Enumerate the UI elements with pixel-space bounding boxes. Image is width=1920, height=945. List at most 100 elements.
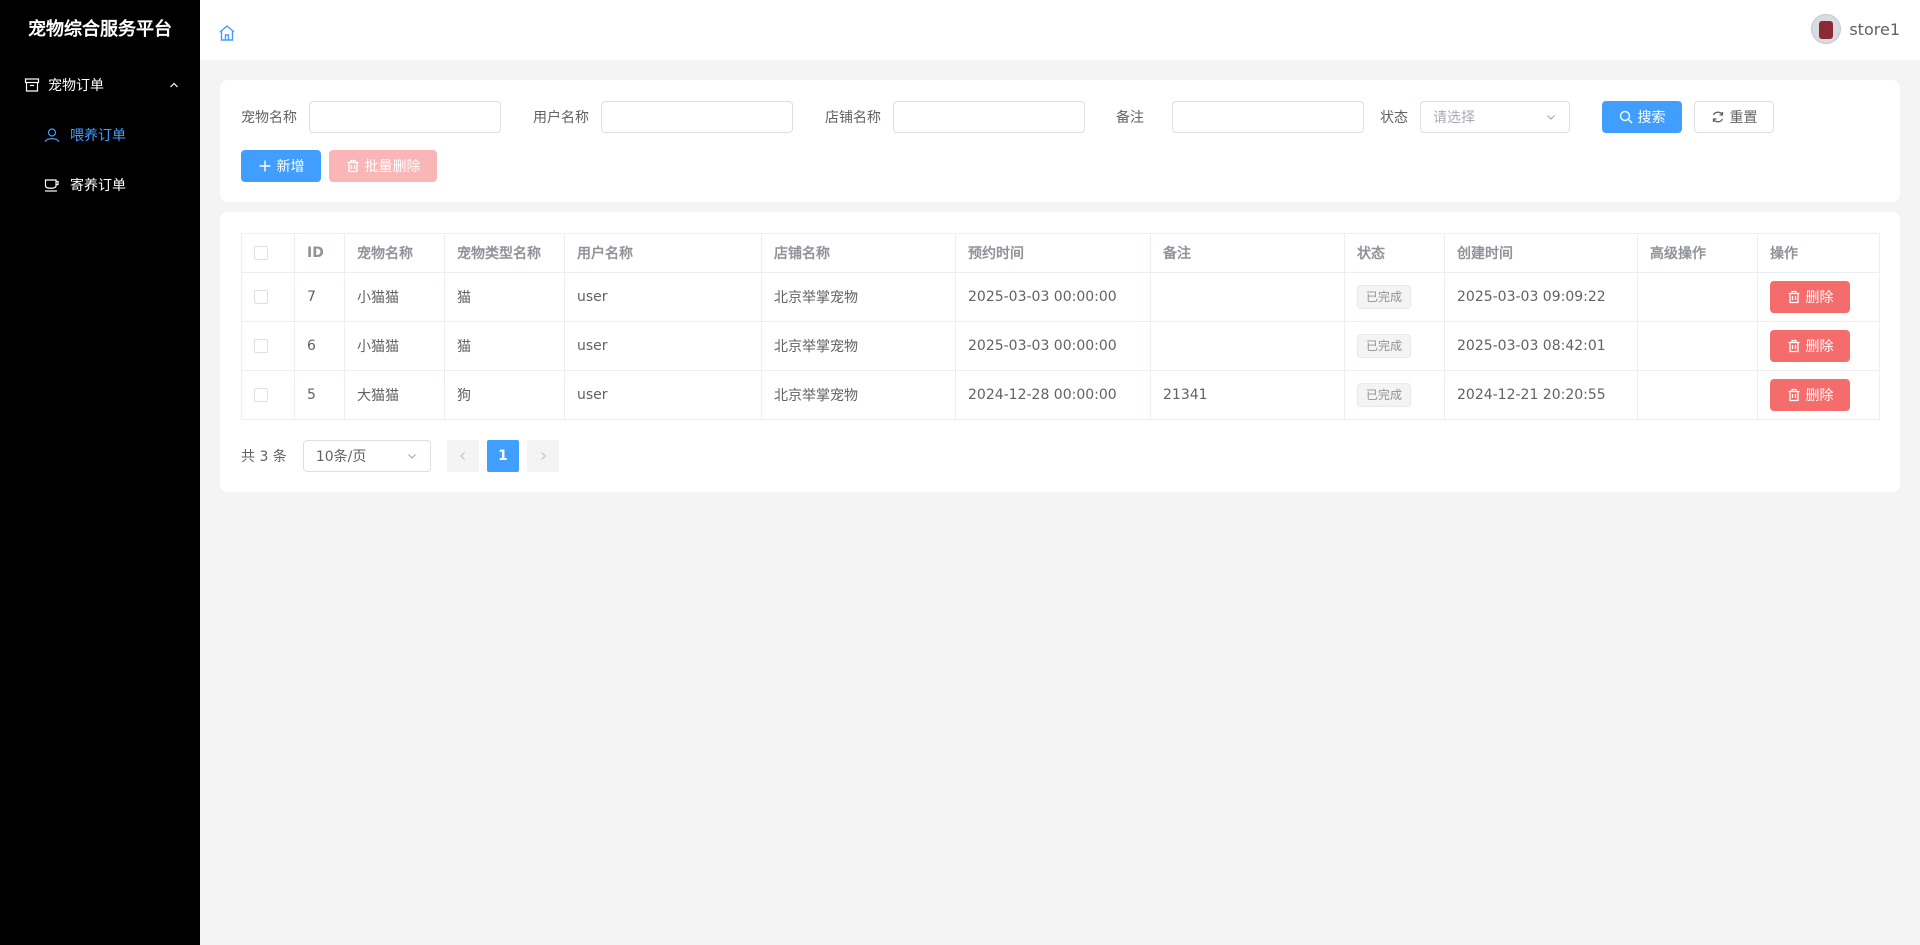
status-filter: 状态 请选择 <box>1380 101 1570 133</box>
table-header-row: ID 宠物名称 宠物类型名称 用户名称 店铺名称 预约时间 备注 状态 创建时间… <box>241 233 1880 273</box>
cell-store-name: 北京举掌宠物 <box>761 272 956 322</box>
orders-table: ID 宠物名称 宠物类型名称 用户名称 店铺名称 预约时间 备注 状态 创建时间… <box>241 233 1880 420</box>
sidebar: 宠物综合服务平台 宠物订单 喂养订单 寄养订单 <box>0 0 200 945</box>
column-header: 操作 <box>1757 233 1880 273</box>
cell-created-time: 2024-12-21 20:20:55 <box>1444 370 1638 420</box>
batch-delete-button[interactable]: 批量删除 <box>329 150 437 182</box>
chevron-down-icon <box>407 454 416 459</box>
next-page-button[interactable] <box>526 440 559 472</box>
column-header: 预约时间 <box>955 233 1151 273</box>
search-button[interactable]: 搜索 <box>1602 101 1682 133</box>
username[interactable]: store1 <box>1849 20 1900 39</box>
table-row[interactable]: 5 大猫猫 狗 user 北京举掌宠物 2024-12-28 00:00:00 … <box>241 370 1880 420</box>
chevron-left-icon <box>459 452 465 460</box>
reset-button[interactable]: 重置 <box>1694 101 1774 133</box>
cell-id: 7 <box>294 272 345 322</box>
cell-pet-name: 小猫猫 <box>344 272 445 322</box>
user-name-input[interactable] <box>601 101 793 133</box>
status-badge: 已完成 <box>1357 334 1412 358</box>
prev-page-button[interactable] <box>446 440 479 472</box>
row-select-cell <box>241 272 295 322</box>
chevron-down-icon <box>1547 115 1555 120</box>
delete-button[interactable]: 删除 <box>1770 379 1850 411</box>
cell-pet-name: 大猫猫 <box>344 370 445 420</box>
remark-label: 备注 <box>1116 110 1144 126</box>
trash-icon <box>1788 388 1799 402</box>
user-menu[interactable]: store1 <box>1811 14 1900 44</box>
table-row[interactable]: 6 小猫猫 猫 user 北京举掌宠物 2025-03-03 00:00:00 … <box>241 321 1880 371</box>
menu-group-pet-orders[interactable]: 宠物订单 <box>0 60 200 110</box>
trash-icon <box>347 159 358 173</box>
table-panel: ID 宠物名称 宠物类型名称 用户名称 店铺名称 预约时间 备注 状态 创建时间… <box>220 212 1900 492</box>
store-name-label: 店铺名称 <box>825 110 881 126</box>
column-header: 高级操作 <box>1637 233 1758 273</box>
delete-button-label: 删除 <box>1805 388 1834 404</box>
cell-created-time: 2025-03-03 09:09:22 <box>1444 272 1638 322</box>
cell-status: 已完成 <box>1344 370 1445 420</box>
chevron-up-icon <box>170 82 178 88</box>
add-button-label: 新增 <box>276 159 305 175</box>
plus-icon <box>259 160 270 172</box>
store-name-filter: 店铺名称 <box>825 101 1085 133</box>
cell-pet-type: 猫 <box>444 272 565 322</box>
cell-action: 删除 <box>1757 272 1880 322</box>
column-header: 宠物名称 <box>344 233 445 273</box>
status-label: 状态 <box>1380 110 1408 126</box>
search-panel: 宠物名称 用户名称 店铺名称 备注 状态 请选择 搜索 重置 新增 批量删除 <box>220 80 1900 202</box>
cell-appointment-time: 2025-03-03 00:00:00 <box>955 321 1151 371</box>
sidebar-item-label: 喂养订单 <box>70 128 126 144</box>
cell-pet-name: 小猫猫 <box>344 321 445 371</box>
cell-id: 6 <box>294 321 345 371</box>
row-checkbox[interactable] <box>254 290 268 304</box>
cell-status: 已完成 <box>1344 321 1445 371</box>
cell-remark <box>1150 272 1345 322</box>
cell-id: 5 <box>294 370 345 420</box>
trash-icon <box>1788 339 1799 353</box>
column-header: 状态 <box>1344 233 1445 273</box>
sidebar-item-feeding-orders[interactable]: 喂养订单 <box>0 110 200 160</box>
trash-icon <box>1788 290 1799 304</box>
pet-name-input[interactable] <box>309 101 501 133</box>
store-name-input[interactable] <box>893 101 1085 133</box>
sidebar-item-boarding-orders[interactable]: 寄养订单 <box>0 160 200 210</box>
page-size-value: 10条/页 <box>315 449 367 465</box>
menu-group-label: 宠物订单 <box>48 78 104 94</box>
column-header: 宠物类型名称 <box>444 233 565 273</box>
column-header: 用户名称 <box>564 233 762 273</box>
column-header: 店铺名称 <box>761 233 956 273</box>
delete-button-label: 删除 <box>1805 339 1834 355</box>
avatar[interactable] <box>1811 14 1842 44</box>
pet-name-filter: 宠物名称 <box>241 101 501 133</box>
cell-created-time: 2025-03-03 08:42:01 <box>1444 321 1638 371</box>
cell-pet-type: 猫 <box>444 321 565 371</box>
remark-input[interactable] <box>1172 101 1364 133</box>
delete-button[interactable]: 删除 <box>1770 281 1850 313</box>
row-checkbox[interactable] <box>254 339 268 353</box>
delete-button[interactable]: 删除 <box>1770 330 1850 362</box>
status-select[interactable]: 请选择 <box>1420 101 1570 133</box>
row-checkbox[interactable] <box>254 388 268 402</box>
user-name-label: 用户名称 <box>533 110 589 126</box>
page-size-select[interactable]: 10条/页 <box>302 440 431 472</box>
cell-pet-type: 狗 <box>444 370 565 420</box>
select-all-checkbox[interactable] <box>254 246 268 260</box>
table-row[interactable]: 7 小猫猫 猫 user 北京举掌宠物 2025-03-03 00:00:00 … <box>241 272 1880 322</box>
app-title: 宠物综合服务平台 <box>28 19 172 40</box>
chevron-right-icon <box>540 452 546 460</box>
row-select-cell <box>241 370 295 420</box>
cell-user-name: user <box>564 321 762 371</box>
status-badge: 已完成 <box>1357 285 1412 309</box>
select-all-cell <box>241 233 295 273</box>
cell-action: 删除 <box>1757 370 1880 420</box>
column-header: 创建时间 <box>1444 233 1638 273</box>
cell-advanced <box>1637 321 1758 371</box>
cell-store-name: 北京举掌宠物 <box>761 321 956 371</box>
cell-user-name: user <box>564 272 762 322</box>
top-header: store1 <box>200 0 1920 60</box>
page-number-button[interactable]: 1 <box>486 440 519 472</box>
row-select-cell <box>241 321 295 371</box>
home-icon[interactable] <box>218 24 236 42</box>
search-button-label: 搜索 <box>1637 110 1666 126</box>
add-button[interactable]: 新增 <box>241 150 321 182</box>
status-placeholder: 请选择 <box>1433 110 1475 126</box>
